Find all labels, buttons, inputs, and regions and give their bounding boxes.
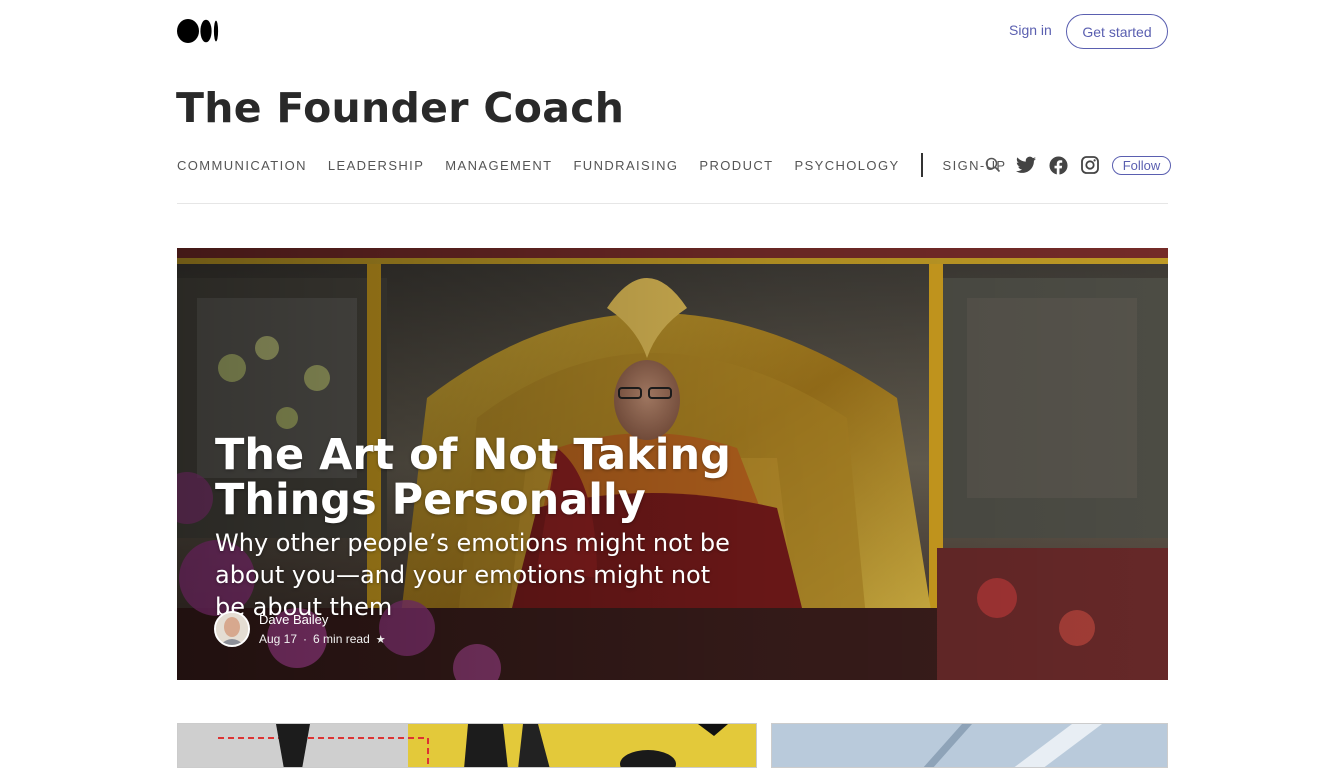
featured-story-subtitle[interactable]: Why other people’s emotions might not be… [215, 527, 745, 623]
nav-item-psychology[interactable]: PSYCHOLOGY [795, 158, 900, 173]
publication-title[interactable]: The Founder Coach [176, 84, 624, 132]
post-date: Aug 17 [259, 632, 298, 646]
star-icon: ★ [375, 633, 386, 646]
nav-item-fundraising[interactable]: FUNDRAISING [573, 158, 678, 173]
author-meta: Dave Bailey Aug 17 · 6 min read ★ [259, 612, 386, 646]
header-divider [177, 203, 1168, 204]
author-block: Dave Bailey Aug 17 · 6 min read ★ [214, 611, 386, 647]
nav-item-communication[interactable]: COMMUNICATION [177, 158, 307, 173]
sign-in-link[interactable]: Sign in [1009, 22, 1052, 38]
featured-story-title[interactable]: The Art of Not Taking Things Personally [215, 433, 775, 523]
story-card-2-image [772, 724, 1167, 767]
facebook-icon[interactable] [1048, 155, 1068, 175]
medium-logo-icon[interactable] [177, 19, 221, 43]
meta-separator: · [303, 632, 308, 646]
search-icon[interactable] [984, 155, 1002, 175]
read-time: 6 min read [313, 632, 370, 646]
get-started-button[interactable]: Get started [1066, 14, 1168, 49]
author-avatar[interactable] [214, 611, 250, 647]
twitter-icon[interactable] [1016, 155, 1036, 175]
post-meta: Aug 17 · 6 min read ★ [259, 632, 386, 646]
nav-item-leadership[interactable]: LEADERSHIP [328, 158, 424, 173]
featured-story-card[interactable]: The Art of Not Taking Things Personally … [177, 248, 1168, 680]
story-card-image[interactable] [771, 723, 1168, 768]
nav-item-product[interactable]: PRODUCT [699, 158, 773, 173]
social-bar: Follow [984, 155, 1171, 175]
story-card-image[interactable] [177, 723, 757, 768]
follow-button[interactable]: Follow [1112, 155, 1171, 175]
publication-nav: COMMUNICATION LEADERSHIP MANAGEMENT FUND… [177, 153, 1007, 177]
author-name[interactable]: Dave Bailey [259, 612, 386, 627]
story-card-1-image [178, 724, 756, 767]
nav-item-management[interactable]: MANAGEMENT [445, 158, 552, 173]
instagram-icon[interactable] [1080, 155, 1100, 175]
nav-separator [920, 153, 923, 177]
